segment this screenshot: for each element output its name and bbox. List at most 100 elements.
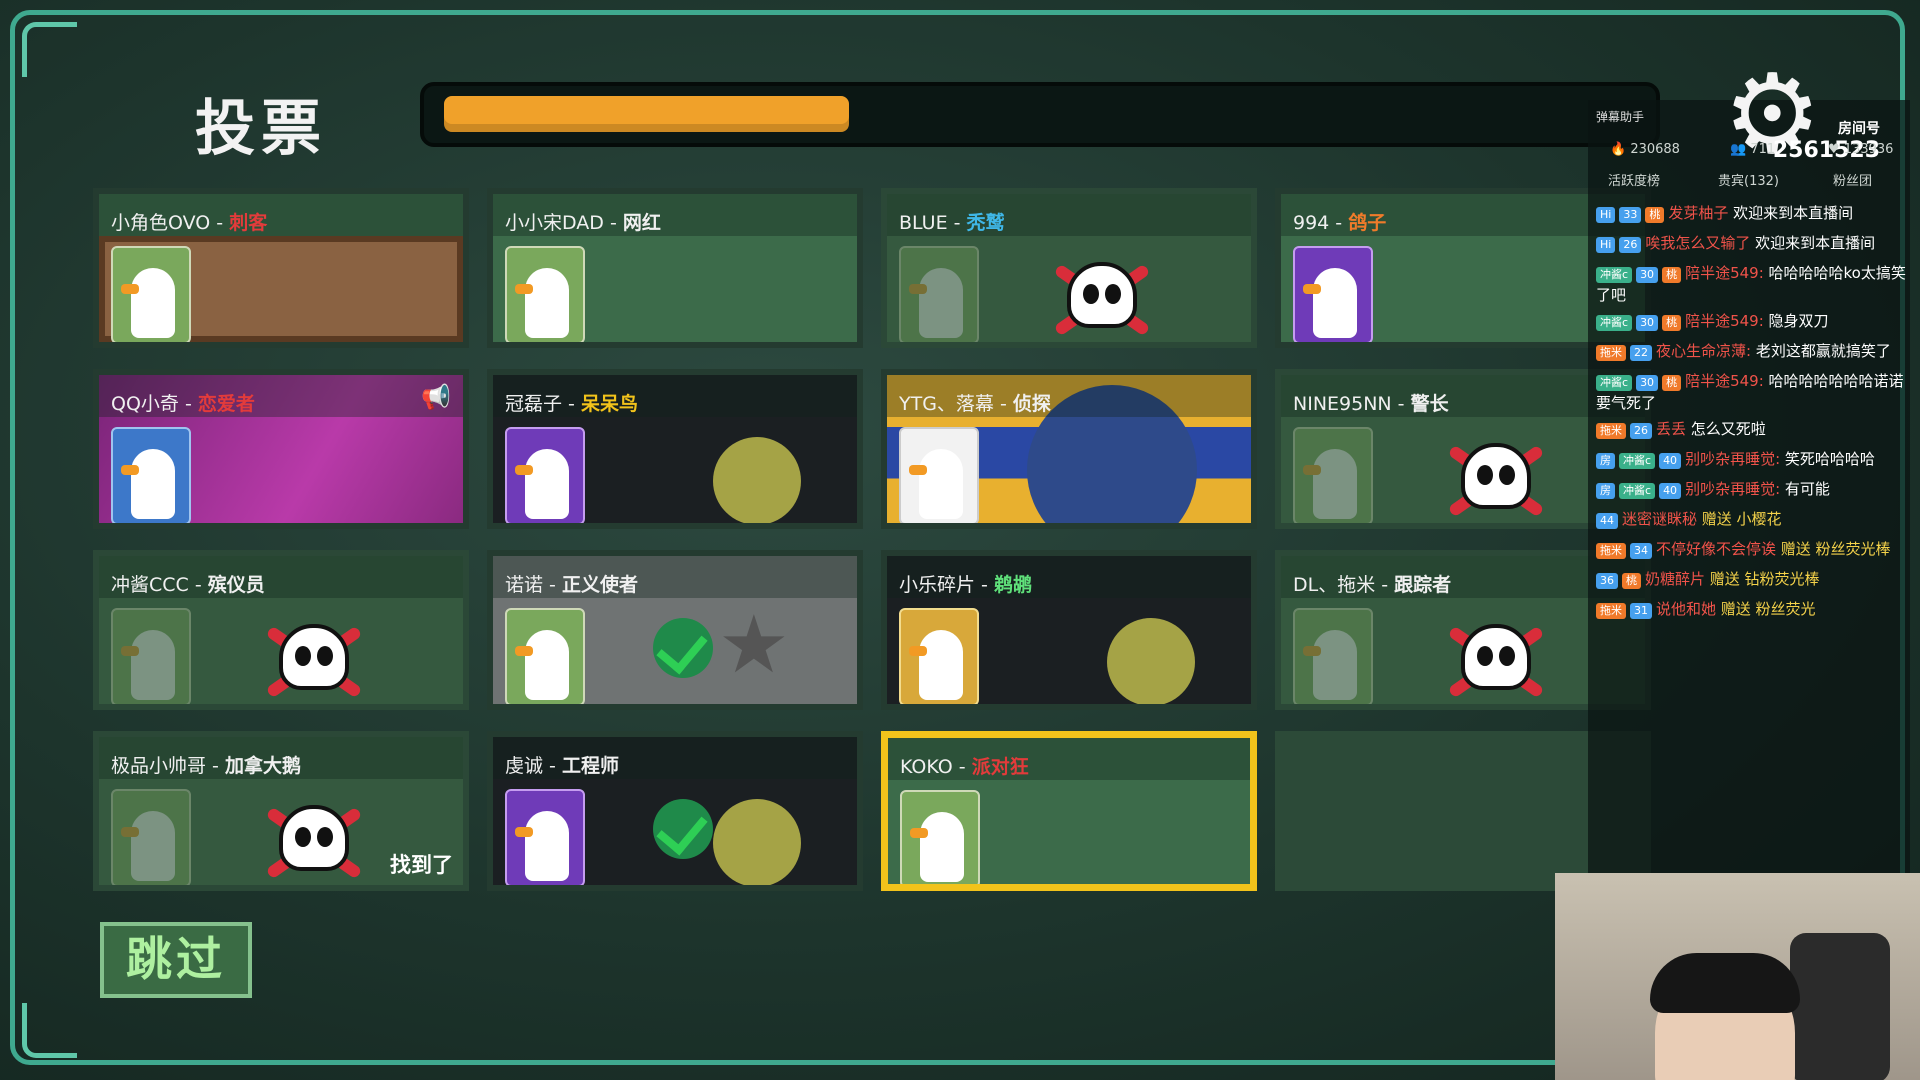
user-badge: 冲酱c [1596, 267, 1633, 283]
chat-username[interactable]: 丢丢 [1656, 420, 1686, 438]
name-separator: - [603, 212, 623, 234]
chat-username[interactable]: 别吵杂再睡觉: [1685, 480, 1780, 498]
tab-vip[interactable]: 贵宾(132) [1718, 170, 1779, 189]
chat-username[interactable]: 夜心生命凉薄: [1656, 342, 1751, 360]
player-label: 虔诚 - 工程师 [493, 737, 857, 779]
user-badge: 拖米 [1596, 603, 1626, 619]
user-badge: 房 [1596, 453, 1615, 469]
player-label: 冲酱CCC - 殡仪员 [99, 556, 463, 598]
user-badge: 拖米 [1596, 543, 1626, 559]
avatar-body [919, 268, 963, 338]
tab-fan-club[interactable]: 粉丝团 [1833, 170, 1872, 189]
tab-activity-rank[interactable]: 活跃度榜 [1608, 170, 1660, 189]
chat-username[interactable]: 说他和她 [1656, 600, 1716, 618]
chat-username[interactable]: 陪半途549: [1685, 264, 1764, 282]
player-avatar [111, 246, 191, 342]
chat-username[interactable]: 陪半途549: [1685, 372, 1764, 390]
user-badge: 房 [1596, 483, 1615, 499]
chat-username[interactable]: 奶糖醉片 [1645, 570, 1705, 588]
chat-username[interactable]: 别吵杂再睡觉: [1685, 450, 1780, 468]
player-card[interactable]: ★ 诺诺 - 正义使者 [487, 550, 863, 710]
skull-icon [1461, 443, 1531, 509]
frame-corner-top-left [22, 22, 77, 77]
player-card[interactable]: BLUE - 秃鹫 [881, 188, 1257, 348]
streamer-hair [1650, 953, 1800, 1013]
vote-timer-bar [420, 82, 1660, 147]
danmaku-assistant-label[interactable]: 弹幕助手 [1596, 108, 1644, 125]
chat-username[interactable]: 不停好像不会停诶 [1656, 540, 1776, 558]
player-label: KOKO - 派对狂 [888, 738, 1250, 780]
user-badge: 26 [1630, 423, 1652, 439]
chat-text: 赠送 粉丝荧光 [1716, 600, 1816, 618]
player-card[interactable]: 小角色OVO - 刺客 [93, 188, 469, 348]
user-badge: 冲酱c [1596, 375, 1633, 391]
player-avatar [1293, 608, 1373, 704]
user-badge: 冲酱c [1619, 453, 1656, 469]
player-name: 极品小帅哥 [111, 755, 207, 777]
player-card[interactable]: 冲酱CCC - 殡仪员 [93, 550, 469, 710]
hot-count: 🔥 230688 [1610, 142, 1680, 157]
chat-message: Hi 33 桃发芽柚子 欢迎来到本直播间 [1596, 202, 1906, 224]
chat-text: 赠送 钻粉荧光棒 [1705, 570, 1820, 588]
avatar-beak [121, 827, 139, 837]
avatar-body [525, 449, 569, 519]
player-avatar [505, 789, 585, 885]
player-role: 殡仪员 [207, 574, 265, 596]
chat-text: 怎么又死啦 [1686, 420, 1766, 438]
skip-button[interactable]: 跳过 [100, 922, 252, 998]
player-avatar [505, 246, 585, 342]
skull-icon [1461, 624, 1531, 690]
chat-text: 笑死哈哈哈哈 [1780, 450, 1875, 468]
skull-icon [279, 805, 349, 871]
player-card[interactable]: 虔诚 - 工程师 [487, 731, 863, 891]
chat-message: 冲酱c 30 桃陪半途549: 哈哈哈哈哈ko太搞笑了吧 [1596, 262, 1906, 306]
avatar-beak [515, 827, 533, 837]
name-separator: - [993, 393, 1013, 415]
name-separator: - [952, 756, 972, 778]
player-name: KOKO [900, 756, 953, 778]
player-name: 冲酱CCC [111, 574, 189, 596]
player-avatar [505, 608, 585, 704]
avatar-beak [910, 828, 928, 838]
player-card[interactable]: 冠磊子 - 呆呆鸟 [487, 369, 863, 529]
player-role: 恋爱者 [197, 393, 255, 415]
chat-username[interactable]: 迷密谜眯秘 [1622, 510, 1697, 528]
player-card[interactable]: 小小宋DAD - 网红 [487, 188, 863, 348]
dead-skull-icon [1037, 254, 1157, 342]
user-badge: 40 [1659, 453, 1682, 469]
name-separator: - [206, 755, 225, 777]
room-label: 房间号 [1838, 121, 1880, 137]
user-badge: 40 [1659, 483, 1682, 499]
chat-header: 弹幕助手 ⚙ 房间号 2561523 🔥 230688 👥 711 ♥ 1339… [1588, 50, 1910, 178]
voted-check-icon [653, 618, 713, 678]
player-name: 虔诚 [505, 755, 544, 777]
chat-username[interactable]: 唉我怎么又输了 [1645, 234, 1750, 252]
player-card[interactable]: KOKO - 派对狂 [881, 731, 1257, 891]
player-role: 派对狂 [971, 756, 1029, 778]
player-name: NINE95NN [1293, 393, 1392, 415]
player-card[interactable]: 极品小帅哥 - 加拿大鹅 找到了 [93, 731, 469, 891]
frame-corner-bottom-left [22, 1003, 77, 1058]
chat-username[interactable]: 陪半途549: [1685, 312, 1764, 330]
player-card[interactable]: QQ小奇 - 恋爱者 📢 [93, 369, 469, 529]
player-role: 警长 [1410, 393, 1449, 415]
user-badge: 31 [1630, 603, 1652, 619]
player-role: 鹈鹕 [993, 574, 1032, 596]
avatar-body [131, 268, 175, 338]
user-badge: 30 [1636, 315, 1659, 331]
chat-message: 拖米 26 丢丢 怎么又死啦 [1596, 418, 1906, 440]
name-separator: - [188, 574, 208, 596]
dead-skull-icon [249, 797, 369, 885]
user-badge: 桃 [1622, 573, 1641, 589]
avatar-body [131, 630, 175, 700]
player-avatar [899, 246, 979, 342]
avatar-body [525, 268, 569, 338]
dead-skull-icon [249, 616, 369, 704]
player-role: 鸽子 [1348, 212, 1387, 234]
player-card[interactable]: YTG、落幕 - 侦探 [881, 369, 1257, 529]
name-separator: - [975, 574, 994, 596]
user-badge: 30 [1636, 375, 1659, 391]
name-separator: - [543, 574, 562, 596]
player-card[interactable]: 小乐碎片 - 鹈鹕 [881, 550, 1257, 710]
chat-username[interactable]: 发芽柚子 [1668, 204, 1728, 222]
